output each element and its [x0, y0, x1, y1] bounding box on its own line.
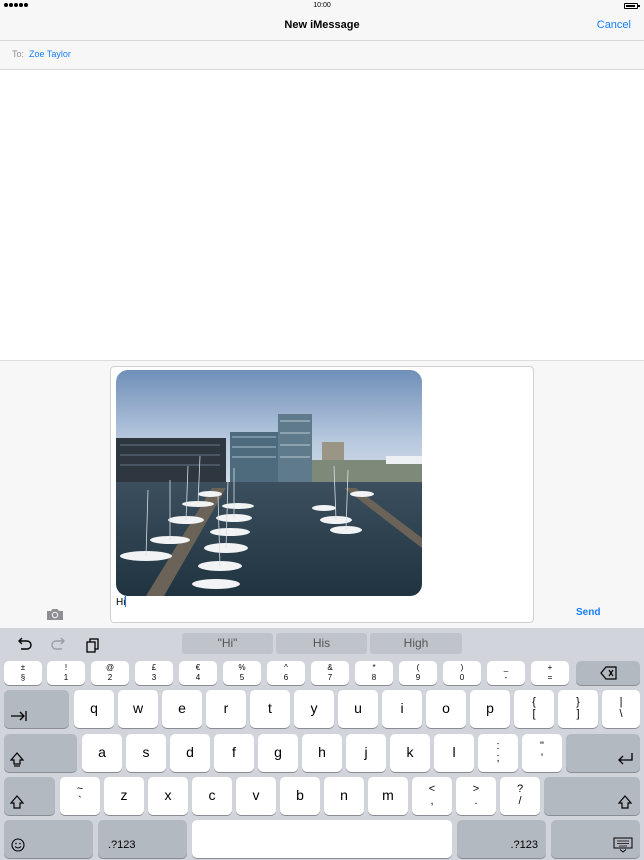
key-minus[interactable]: _ - — [487, 661, 525, 685]
recipient-field[interactable]: To: Zoe Taylor — [0, 41, 644, 70]
emoji-key[interactable] — [4, 820, 93, 858]
delete-icon — [600, 666, 617, 680]
key-quote[interactable]: " ' — [522, 734, 562, 772]
suggestion-2[interactable]: His — [276, 633, 367, 654]
key-b[interactable]: b — [280, 777, 320, 815]
key-3[interactable]: £3 — [135, 661, 173, 685]
key-comma[interactable]: <, — [412, 777, 452, 815]
space-bar[interactable] — [192, 820, 452, 858]
key-9[interactable]: (9 — [399, 661, 437, 685]
shift-key-right[interactable] — [544, 777, 640, 815]
tab-icon — [11, 711, 27, 721]
key-s[interactable]: s — [126, 734, 166, 772]
key-6[interactable]: ^ 6 — [267, 661, 305, 685]
key-x[interactable]: x — [148, 777, 188, 815]
recipient-name[interactable]: Zoe Taylor — [29, 49, 71, 59]
key-l[interactable]: l — [434, 734, 474, 772]
key-k[interactable]: k — [390, 734, 430, 772]
key-backslash[interactable]: | \ — [602, 690, 640, 728]
key-q[interactable]: q — [74, 690, 114, 728]
text-cursor — [125, 596, 127, 607]
shift-icon — [618, 795, 632, 809]
caps-lock-icon — [10, 752, 24, 767]
key-v[interactable]: v — [236, 777, 276, 815]
message-field[interactable]: Hi — [110, 366, 534, 623]
message-input-area: Hi Send — [0, 360, 644, 628]
cancel-button[interactable]: Cancel — [597, 19, 631, 31]
key-section[interactable]: ± § — [4, 661, 42, 685]
numbers-key-left[interactable]: .?123 — [98, 820, 187, 858]
key-m[interactable]: m — [368, 777, 408, 815]
navigation-bar: New iMessage Cancel — [0, 12, 644, 41]
key-tilde[interactable]: ~ ` — [60, 777, 100, 815]
key-period[interactable]: >. — [456, 777, 496, 815]
delete-key[interactable] — [576, 661, 640, 685]
key-d[interactable]: d — [170, 734, 210, 772]
key-7[interactable]: & 7 — [311, 661, 349, 685]
camera-icon[interactable] — [46, 607, 64, 621]
shift-key-left[interactable] — [4, 777, 55, 815]
key-z[interactable]: z — [104, 777, 144, 815]
key-o[interactable]: o — [426, 690, 466, 728]
key-bracket-left[interactable]: {[ — [514, 690, 554, 728]
key-h[interactable]: h — [302, 734, 342, 772]
hide-keyboard-key[interactable] — [551, 820, 640, 858]
key-2[interactable]: @2 — [91, 661, 129, 685]
hide-keyboard-icon — [613, 837, 633, 853]
key-8[interactable]: * 8 — [355, 661, 393, 685]
status-bar: 10:00 — [0, 0, 644, 12]
key-j[interactable]: j — [346, 734, 386, 772]
key-equals[interactable]: + = — [531, 661, 569, 685]
page-title: New iMessage — [284, 19, 360, 31]
suggestion-1[interactable]: "Hi" — [182, 633, 273, 654]
key-n[interactable]: n — [324, 777, 364, 815]
key-t[interactable]: t — [250, 690, 290, 728]
key-u[interactable]: u — [338, 690, 378, 728]
return-key[interactable] — [566, 734, 640, 772]
redo-icon[interactable] — [50, 636, 68, 654]
key-a[interactable]: a — [82, 734, 122, 772]
status-time: 10:00 — [313, 2, 331, 9]
key-p[interactable]: p — [470, 690, 510, 728]
key-slash[interactable]: ? / — [500, 777, 540, 815]
battery-icon — [624, 3, 640, 9]
suggestion-3[interactable]: High — [370, 633, 462, 654]
key-g[interactable]: g — [258, 734, 298, 772]
shift-icon — [10, 795, 24, 809]
paste-icon[interactable] — [84, 636, 102, 654]
key-bracket-right[interactable]: }] — [558, 690, 598, 728]
message-text[interactable]: Hi — [116, 596, 127, 608]
emoji-icon — [11, 838, 25, 852]
conversation-area — [0, 70, 644, 360]
send-button[interactable]: Send — [576, 607, 600, 618]
key-0[interactable]: ) 0 — [443, 661, 481, 685]
tab-key[interactable] — [4, 690, 69, 728]
key-w[interactable]: w — [118, 690, 158, 728]
keyboard: "Hi" His High ± § ! 1 @2 £3 €4 % 5 ^ 6 & 7 * 8… — [0, 628, 644, 860]
key-i[interactable]: i — [382, 690, 422, 728]
key-4[interactable]: €4 — [179, 661, 217, 685]
key-y[interactable]: y — [294, 690, 334, 728]
key-f[interactable]: f — [214, 734, 254, 772]
key-semicolon[interactable]: :; — [478, 734, 518, 772]
attached-photo[interactable] — [116, 370, 422, 596]
key-1[interactable]: ! 1 — [47, 661, 85, 685]
key-c[interactable]: c — [192, 777, 232, 815]
numbers-key-right[interactable]: .?123 — [457, 820, 546, 858]
key-5[interactable]: % 5 — [223, 661, 261, 685]
caps-lock-key[interactable] — [4, 734, 77, 772]
key-e[interactable]: e — [162, 690, 202, 728]
to-label: To: — [12, 49, 25, 59]
return-icon — [618, 753, 633, 765]
key-r[interactable]: r — [206, 690, 246, 728]
undo-icon[interactable] — [15, 636, 33, 654]
